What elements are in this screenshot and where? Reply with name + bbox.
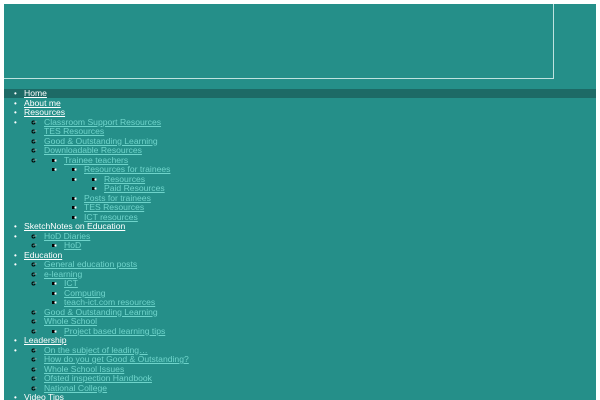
submenu-sketchnotes: HoD Diaries HoD bbox=[4, 231, 596, 251]
submenu-trainee: Resources for trainees Resources Paid Re… bbox=[54, 164, 596, 222]
nav-link-paid-resources[interactable]: Paid Resources bbox=[104, 183, 165, 193]
nav-link-computing[interactable]: Computing bbox=[64, 288, 106, 298]
nav-link-hod-diaries[interactable]: HoD Diaries bbox=[44, 231, 90, 241]
nav-link-tes-resources[interactable]: TES Resources bbox=[44, 126, 104, 136]
nav-link-trainee-resources[interactable]: Resources bbox=[104, 174, 145, 184]
nav-link-leadership[interactable]: Leadership bbox=[24, 335, 67, 345]
nav-link-elearning[interactable]: e-learning bbox=[44, 269, 82, 279]
nav-link-how-good-outstanding[interactable]: How do you get Good & Outstanding? bbox=[44, 354, 189, 364]
header-banner bbox=[4, 4, 554, 79]
nav-link-whole-school-issues[interactable]: Whole School Issues bbox=[44, 364, 124, 374]
nav-item-sketchnotes: SketchNotes on Education bbox=[4, 221, 596, 232]
nav-link-ict-resources[interactable]: ICT resources bbox=[84, 212, 138, 222]
nav-link-ofsted[interactable]: Ofsted inspection Handbook bbox=[44, 373, 152, 383]
nav-link-classroom-support[interactable]: Classroom Support Resources bbox=[44, 117, 161, 127]
nav-link-education[interactable]: Education bbox=[24, 250, 62, 260]
nav-item-home: Home bbox=[4, 88, 596, 99]
nav-link-whole-school[interactable]: Whole School bbox=[44, 316, 97, 326]
nav-link-posts-for-trainees[interactable]: Posts for trainees bbox=[84, 193, 151, 203]
nav-link-good-outstanding[interactable]: Good & Outstanding Learning bbox=[44, 136, 158, 146]
nav-item-about: About me bbox=[4, 98, 596, 109]
nav-link-good-outstanding-learning[interactable]: Good & Outstanding Learning bbox=[44, 307, 158, 317]
nav-link-project-based[interactable]: Project based learning tips bbox=[64, 326, 165, 336]
nav-link-hod[interactable]: HoD bbox=[64, 240, 81, 250]
submenu-for-trainees: Resources Paid Resources bbox=[74, 174, 596, 194]
nav-link-resources[interactable]: Resources bbox=[24, 107, 65, 117]
submenu-downloadable: Trainee teachers Resources for trainees … bbox=[34, 155, 596, 223]
nav-item-video-tips: Video Tips bbox=[4, 392, 596, 400]
nav-link-sketchnotes[interactable]: SketchNotes on Education bbox=[24, 221, 125, 231]
nav-link-home[interactable]: Home bbox=[24, 88, 47, 98]
nav-link-national-college[interactable]: National College bbox=[44, 383, 107, 393]
nav-link-about[interactable]: About me bbox=[24, 98, 61, 108]
main-nav: Home About me Resources Classroom Suppor… bbox=[4, 88, 596, 400]
nav-link-general-education[interactable]: General education posts bbox=[44, 259, 137, 269]
nav-link-trainee-tes[interactable]: TES Resources bbox=[84, 202, 144, 212]
nav-link-trainee-teachers[interactable]: Trainee teachers bbox=[64, 155, 128, 165]
nav-link-teach-ict[interactable]: teach-ict.com resources bbox=[64, 297, 155, 307]
submenu-education: General education posts e-learning ICT C… bbox=[4, 259, 596, 336]
nav-link-video-tips[interactable]: Video Tips bbox=[24, 392, 64, 400]
nav-link-resources-for-trainees[interactable]: Resources for trainees bbox=[84, 164, 170, 174]
submenu-resources: Classroom Support Resources TES Resource… bbox=[4, 117, 596, 223]
nav-link-subject-of-leading[interactable]: On the subject of leading… bbox=[44, 345, 148, 355]
nav-link-ict[interactable]: ICT bbox=[64, 278, 78, 288]
page: Home About me Resources Classroom Suppor… bbox=[4, 4, 596, 400]
nav-link-downloadable[interactable]: Downloadable Resources bbox=[44, 145, 142, 155]
submenu-leadership: On the subject of leading… How do you ge… bbox=[4, 345, 596, 394]
